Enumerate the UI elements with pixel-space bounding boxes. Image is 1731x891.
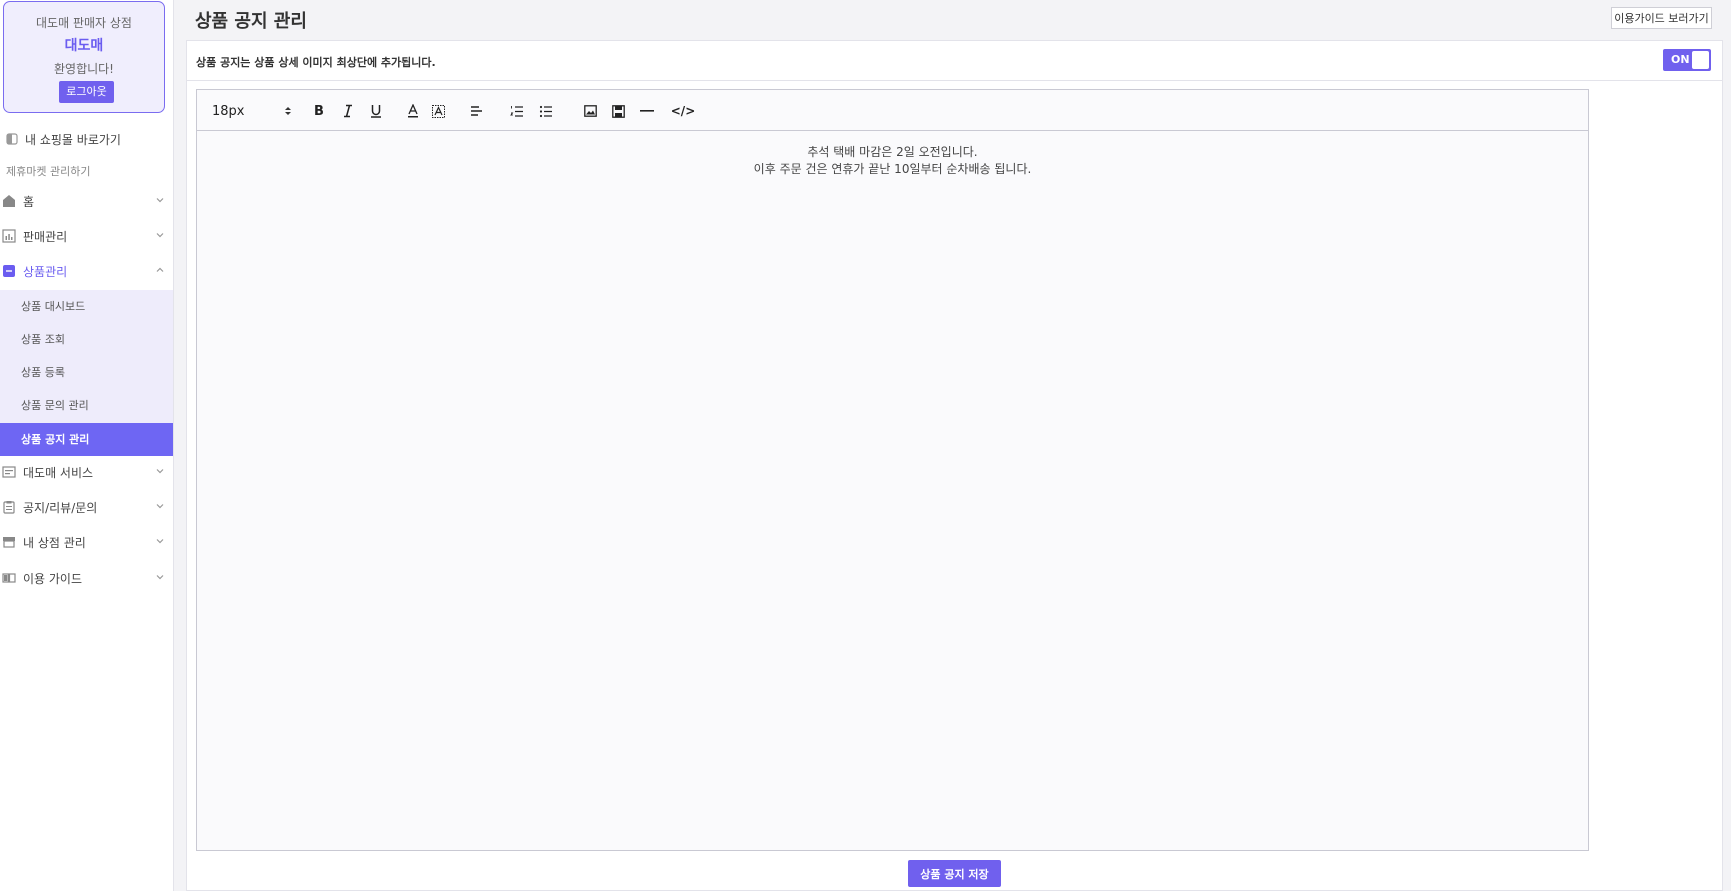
submenu-product-dashboard[interactable]: 상품 대시보드 bbox=[0, 290, 173, 323]
sidebar-item-label: 대도매 서비스 bbox=[23, 465, 94, 480]
bullet-list-button[interactable] bbox=[538, 102, 554, 120]
video-icon bbox=[611, 104, 625, 118]
sidebar-item-notice-review[interactable]: 공지/리뷰/문의 bbox=[0, 490, 173, 524]
sidebar-item-label: 공지/리뷰/문의 bbox=[23, 500, 98, 515]
horizontal-rule-button[interactable] bbox=[639, 102, 655, 120]
horizontal-rule-icon bbox=[640, 110, 654, 112]
page-title: 상품 공지 관리 bbox=[195, 11, 307, 32]
chevron-down-icon bbox=[156, 198, 164, 203]
clipboard-icon bbox=[3, 501, 15, 514]
chart-icon bbox=[2, 229, 16, 243]
highlight-icon bbox=[431, 104, 445, 118]
product-icon bbox=[3, 265, 15, 277]
sidebar-item-home[interactable]: 홈 bbox=[0, 184, 173, 218]
sidebar-item-sales[interactable]: 판매관리 bbox=[0, 219, 173, 253]
rich-text-editor: 18px B </> 추석 택배 마감은 2일 오전입니다. 이후 주문 건은 … bbox=[196, 89, 1589, 851]
profile-card: 대도매 판매자 상점 대도매 환영합니다! 로그아웃 bbox=[3, 1, 165, 113]
ordered-list-button[interactable] bbox=[509, 102, 525, 120]
chevron-down-icon bbox=[156, 539, 164, 544]
italic-icon bbox=[344, 104, 352, 118]
text-color-button[interactable] bbox=[405, 102, 421, 120]
submenu-product-register[interactable]: 상품 등록 bbox=[0, 356, 173, 389]
logout-button[interactable]: 로그아웃 bbox=[59, 81, 114, 103]
sidebar-item-products[interactable]: 상품관리 bbox=[0, 254, 173, 288]
welcome-text: 환영합니다! bbox=[53, 62, 114, 76]
shop-greeting: 대도매 판매자 상점 bbox=[36, 16, 132, 30]
toggle-knob bbox=[1692, 51, 1709, 69]
sidebar-item-label: 홈 bbox=[23, 194, 35, 209]
sidebar-item-store[interactable]: 내 상점 관리 bbox=[0, 525, 173, 559]
bullet-list-icon bbox=[539, 105, 552, 117]
editor-toolbar: 18px B </> bbox=[197, 90, 1588, 131]
image-icon bbox=[583, 105, 597, 117]
my-shop-shortcut[interactable]: 내 쇼핑몰 바로가기 bbox=[6, 130, 121, 148]
bold-icon: B bbox=[314, 103, 324, 119]
underline-button[interactable] bbox=[367, 102, 385, 120]
submenu-product-notice[interactable]: 상품 공지 관리 bbox=[0, 423, 173, 456]
updown-icon bbox=[285, 107, 291, 115]
save-notice-button[interactable]: 상품 공지 저장 bbox=[908, 860, 1001, 887]
home-icon bbox=[3, 195, 15, 207]
shop-name: 대도매 bbox=[64, 38, 104, 54]
font-size-value: 18px bbox=[212, 103, 245, 119]
editor-content[interactable]: 추석 택배 마감은 2일 오전입니다. 이후 주문 건은 연휴가 끝난 10일부… bbox=[197, 131, 1588, 850]
store-icon bbox=[3, 537, 15, 548]
font-size-select[interactable]: 18px bbox=[212, 102, 292, 120]
submenu-product-search[interactable]: 상품 조회 bbox=[0, 323, 173, 356]
notice-toggle[interactable]: ON bbox=[1663, 49, 1711, 71]
chevron-up-icon bbox=[156, 267, 164, 272]
notice-panel: 상품 공지는 상품 상세 이미지 최상단에 추가됩니다. ON 18px B <… bbox=[186, 40, 1723, 891]
align-left-icon bbox=[470, 106, 482, 116]
content-line: 이후 주문 건은 연휴가 끝난 10일부터 순차배송 됩니다. bbox=[753, 162, 1032, 176]
code-icon: </> bbox=[670, 104, 696, 118]
service-icon bbox=[2, 466, 16, 478]
underline-icon bbox=[371, 105, 381, 118]
bold-button[interactable]: B bbox=[310, 102, 328, 120]
chevron-down-icon bbox=[156, 233, 164, 238]
submenu-product-inquiry[interactable]: 상품 문의 관리 bbox=[0, 389, 173, 422]
sidebar-item-label: 이용 가이드 bbox=[23, 571, 83, 586]
sidebar-item-label: 판매관리 bbox=[23, 229, 68, 244]
products-submenu: 상품 대시보드 상품 조회 상품 등록 상품 문의 관리 상품 공지 관리 bbox=[0, 290, 173, 456]
insert-image-button[interactable] bbox=[582, 102, 598, 120]
content-line: 추석 택배 마감은 2일 오전입니다. bbox=[807, 145, 978, 159]
toggle-label: ON bbox=[1671, 53, 1690, 66]
panel-description: 상품 공지는 상품 상세 이미지 최상단에 추가됩니다. bbox=[196, 56, 436, 69]
usage-guide-button[interactable]: 이용가이드 보러가기 bbox=[1611, 7, 1712, 29]
chevron-down-icon bbox=[156, 504, 164, 509]
ordered-list-icon bbox=[510, 105, 523, 117]
shortcut-label: 내 쇼핑몰 바로가기 bbox=[25, 132, 121, 147]
book-icon bbox=[2, 573, 16, 583]
highlight-button[interactable] bbox=[430, 102, 446, 120]
sidebar-item-service[interactable]: 대도매 서비스 bbox=[0, 455, 173, 489]
insert-video-button[interactable] bbox=[610, 102, 626, 120]
panel-header: 상품 공지는 상품 상세 이미지 최상단에 추가됩니다. ON bbox=[187, 41, 1722, 81]
chevron-down-icon bbox=[156, 469, 164, 474]
half-circle-icon bbox=[6, 133, 18, 145]
section-label: 제휴마켓 관리하기 bbox=[6, 165, 91, 178]
sidebar-item-label: 상품관리 bbox=[23, 264, 68, 279]
sidebar-item-guide[interactable]: 이용 가이드 bbox=[0, 561, 173, 595]
sidebar-item-label: 내 상점 관리 bbox=[23, 535, 86, 550]
align-button[interactable] bbox=[468, 102, 484, 120]
code-view-button[interactable]: </> bbox=[670, 102, 696, 120]
sidebar: 대도매 판매자 상점 대도매 환영합니다! 로그아웃 내 쇼핑몰 바로가기 제휴… bbox=[0, 0, 174, 891]
text-color-icon bbox=[408, 104, 418, 118]
chevron-down-icon bbox=[156, 575, 164, 580]
italic-button[interactable] bbox=[339, 102, 357, 120]
